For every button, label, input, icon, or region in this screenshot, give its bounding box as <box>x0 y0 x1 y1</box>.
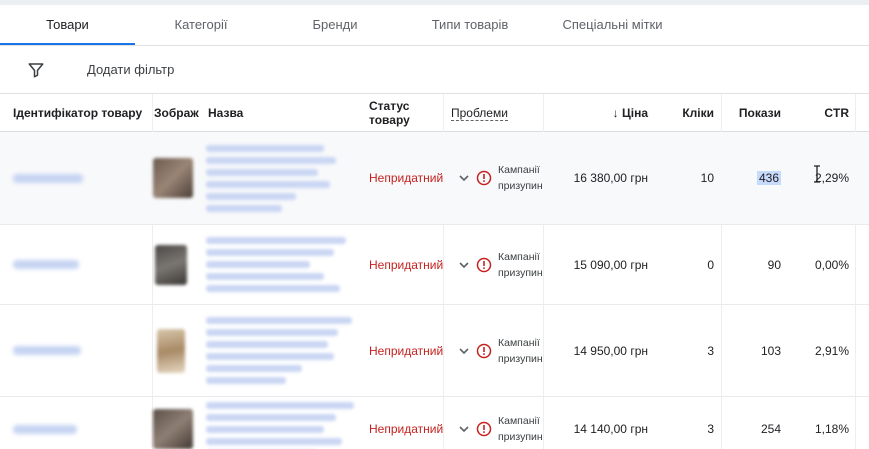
impressions-value: 436 <box>756 171 781 185</box>
tab-product-types[interactable]: Типи товарів <box>420 5 520 45</box>
impressions-value: 103 <box>760 343 781 358</box>
ctr-value: 0,00% <box>814 257 849 272</box>
product-thumbnail <box>155 225 187 304</box>
alert-icon <box>476 421 492 437</box>
issue-cell: Кампанії призупинено <box>458 225 542 304</box>
column-header-ctr[interactable]: CTR <box>795 94 849 132</box>
price-value: 14 950,00 грн <box>573 343 648 358</box>
product-name-link[interactable] <box>206 132 336 224</box>
filter-icon[interactable] <box>27 61 45 79</box>
table-row[interactable]: Непридатний Кампанії призупинено 15 090,… <box>0 225 869 305</box>
add-filter-button[interactable]: Додати фільтр <box>87 62 174 77</box>
product-thumbnail <box>157 305 185 396</box>
ctr-value: 2,91% <box>814 343 849 358</box>
product-name-link[interactable] <box>206 397 354 449</box>
issue-cell: Кампанії призупинено <box>458 397 542 449</box>
product-name-link[interactable] <box>206 225 346 304</box>
issue-text: Кампанії призупинено <box>498 415 542 443</box>
alert-icon <box>476 343 492 358</box>
table-row[interactable]: Непридатний Кампанії призупинено 16 380,… <box>0 132 869 225</box>
product-id-link[interactable] <box>13 225 79 304</box>
price-value: 16 380,00 грн <box>573 171 648 185</box>
product-id-link[interactable] <box>13 397 77 449</box>
column-header-clicks[interactable]: Кліки <box>660 94 714 132</box>
column-header-status[interactable]: Статус товару <box>369 94 434 132</box>
status-badge: Непридатний <box>369 171 444 185</box>
ctr-value: 1,18% <box>814 422 849 436</box>
issue-text: Кампанії призупинено <box>498 164 542 192</box>
text-cursor-icon <box>814 165 820 183</box>
product-name-link[interactable] <box>206 305 352 396</box>
chevron-down-icon[interactable] <box>458 345 470 357</box>
product-id-link[interactable] <box>13 132 83 224</box>
chevron-down-icon[interactable] <box>458 423 470 435</box>
impressions-value: 254 <box>760 422 781 436</box>
tab-custom-labels[interactable]: Спеціальні мітки <box>555 5 670 45</box>
column-header-name[interactable]: Назва <box>208 94 358 132</box>
status-badge: Непридатний <box>369 343 444 358</box>
table-header: Ідентифікатор товару Зображ Назва Статус… <box>0 94 869 132</box>
alert-icon <box>476 257 492 272</box>
status-badge: Непридатний <box>369 257 444 272</box>
clicks-value: 10 <box>700 171 714 185</box>
chevron-down-icon[interactable] <box>458 172 470 184</box>
column-header-price[interactable]: ↓ Ціна <box>560 94 648 132</box>
alert-icon <box>476 170 492 186</box>
price-value: 15 090,00 грн <box>573 257 648 272</box>
clicks-value: 3 <box>707 343 714 358</box>
active-tab-indicator <box>0 43 135 45</box>
tab-products[interactable]: Товари <box>0 5 135 45</box>
clicks-value: 3 <box>707 422 714 436</box>
table-row[interactable]: Непридатний Кампанії призупинено 14 950,… <box>0 305 869 397</box>
column-header-image[interactable]: Зображ <box>154 94 199 132</box>
issue-cell: Кампанії призупинено <box>458 132 542 224</box>
issue-text: Кампанії призупинено <box>498 250 542 279</box>
tab-categories[interactable]: Категорії <box>150 5 252 45</box>
price-value: 14 140,00 грн <box>573 422 648 436</box>
product-thumbnail <box>153 132 193 224</box>
table-row[interactable]: Непридатний Кампанії призупинено 14 140,… <box>0 397 869 449</box>
issue-cell: Кампанії призупинено <box>458 305 542 396</box>
filter-bar: Додати фільтр <box>0 46 869 94</box>
ctr-value: 2,29% <box>814 171 849 185</box>
clicks-value: 0 <box>707 257 714 272</box>
tab-bar: Товари Категорії Бренди Типи товарів Спе… <box>0 5 869 46</box>
product-thumbnail <box>153 397 193 449</box>
status-badge: Непридатний <box>369 422 444 436</box>
impressions-value: 90 <box>767 257 781 272</box>
product-id-link[interactable] <box>13 305 81 396</box>
issue-text: Кампанії призупинено <box>498 336 542 365</box>
column-header-id[interactable]: Ідентифікатор товару <box>13 94 153 132</box>
column-header-impressions[interactable]: Покази <box>725 94 781 132</box>
column-header-issues[interactable]: Проблеми <box>451 94 541 132</box>
tab-brands[interactable]: Бренди <box>295 5 375 45</box>
chevron-down-icon[interactable] <box>458 259 470 271</box>
